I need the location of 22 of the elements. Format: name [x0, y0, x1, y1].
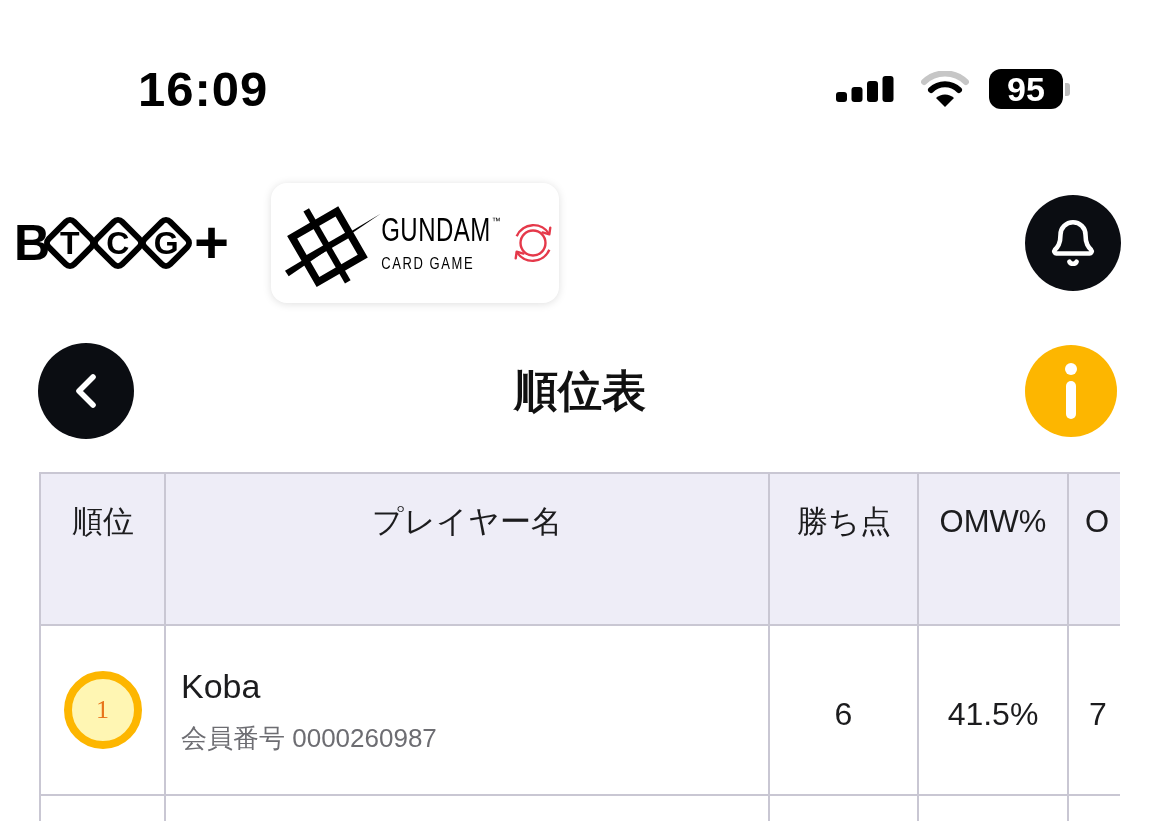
column-header: プレイヤー名 — [372, 503, 562, 541]
trademark-mark: ™ — [491, 216, 501, 226]
signal-icon — [836, 76, 894, 102]
omw-value: 41.5% — [947, 695, 1039, 734]
logo-subtitle: CARD GAME — [381, 254, 476, 272]
info-icon — [1064, 363, 1078, 419]
page-title: 順位表 — [513, 369, 646, 413]
logo-title: GUNDAM — [381, 212, 491, 247]
column-header: 順位 — [71, 503, 134, 541]
win-points-value: 6 — [834, 695, 853, 734]
status-time: 16:09 — [138, 64, 269, 114]
plus-sign: + — [194, 213, 230, 273]
wifi-icon — [921, 71, 969, 107]
column-header: OMW% — [939, 503, 1047, 541]
battery-indicator: 95 — [989, 69, 1070, 109]
column-header: O — [1085, 503, 1110, 541]
column-header: 勝ち点 — [796, 503, 891, 541]
member-number: 会員番号 0000260987 — [181, 722, 437, 754]
rank-medal: 1 — [63, 671, 142, 749]
table-value: 7 — [1089, 695, 1107, 734]
player-name: Koba — [181, 666, 261, 706]
game-logo-card[interactable]: GUNDAM™ CARD GAME — [271, 183, 560, 303]
